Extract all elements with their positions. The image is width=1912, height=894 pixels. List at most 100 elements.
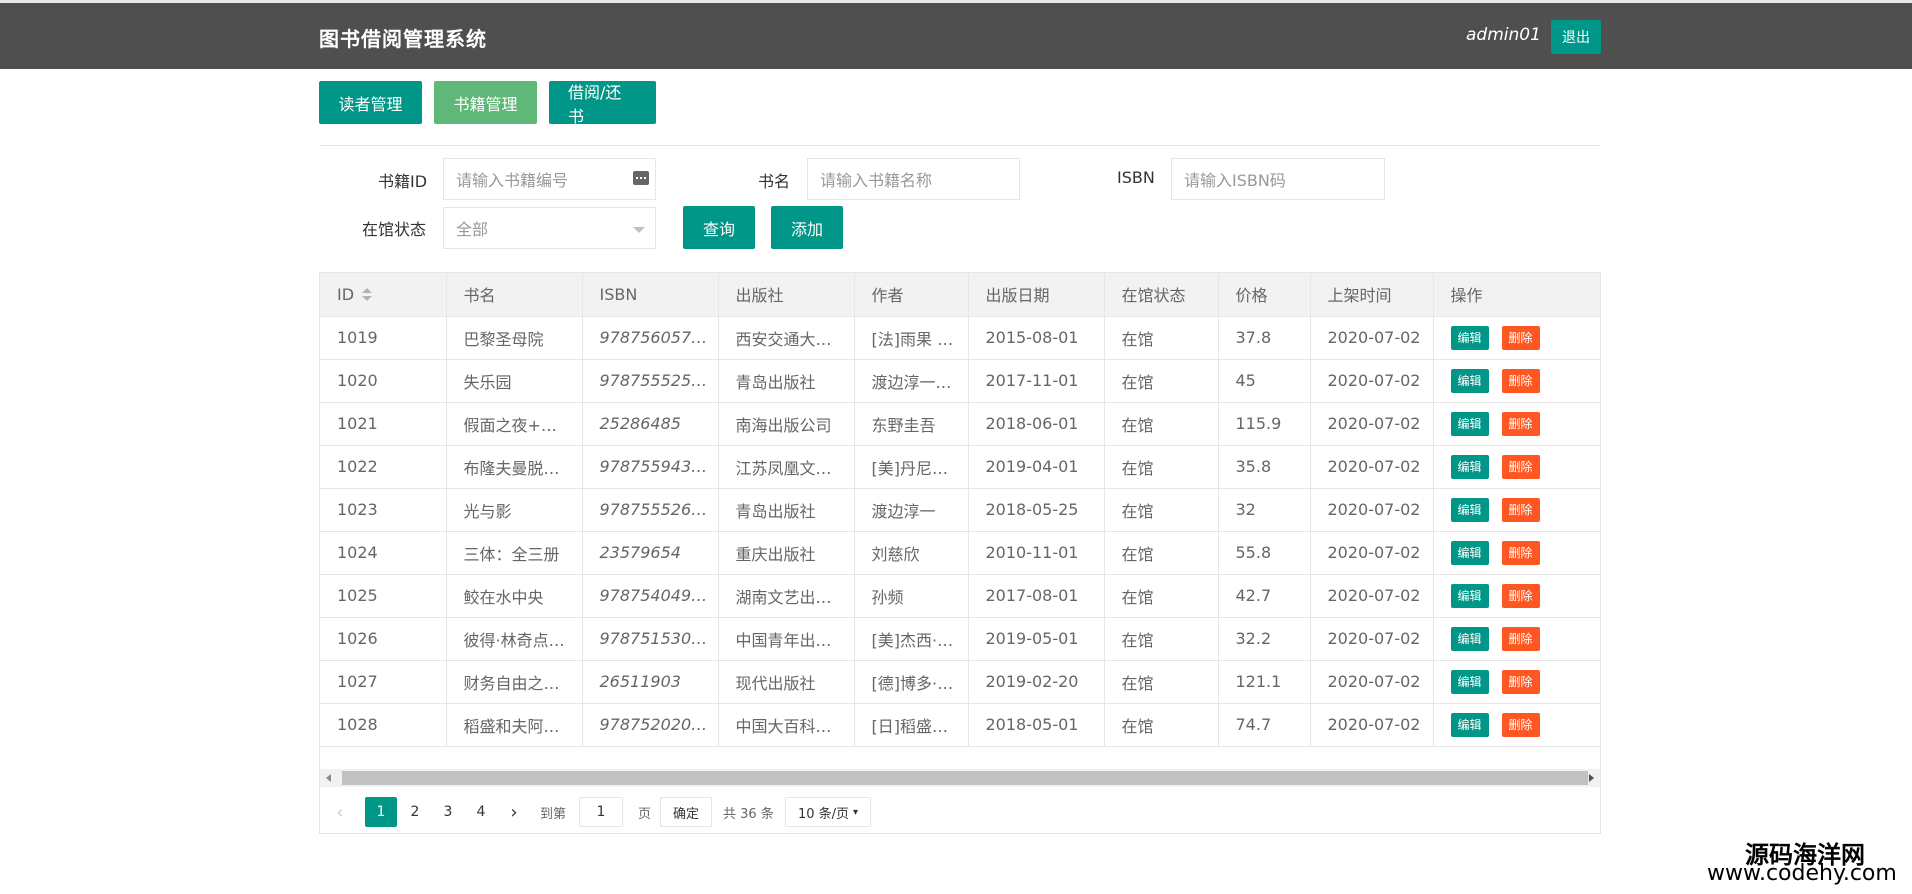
page-unit-label: 页 (638, 806, 652, 822)
title-input[interactable]: 请输入书籍名称 (807, 158, 1020, 200)
table-cell: [美]丹尼… (854, 445, 969, 489)
column-header-label: 操作 (1450, 286, 1483, 306)
column-header-label: 在馆状态 (1121, 286, 1186, 306)
scroll-left-icon[interactable] (326, 774, 331, 782)
column-header: 出版日期 (968, 273, 1105, 317)
table-cell: 2017-11-01 (968, 359, 1105, 403)
row-actions: 编辑 删除 (1433, 660, 1600, 704)
page-1[interactable]: 1 (365, 797, 397, 827)
edit-button[interactable]: 编辑 (1450, 454, 1489, 479)
table-cell: 在馆 (1104, 703, 1219, 747)
row-actions: 编辑 删除 (1433, 531, 1600, 575)
table-row: 1022 布隆夫曼脱… 978755943… 江苏凤凰文… [美]丹尼… 2019-04-… (320, 445, 1600, 489)
table-cell: 在馆 (1104, 617, 1219, 661)
borrow-return-button[interactable]: 借阅/还书 (549, 81, 656, 126)
table-cell: 湖南文艺出… (718, 574, 855, 618)
delete-button[interactable]: 删除 (1501, 583, 1540, 608)
column-header-label: 价格 (1235, 286, 1268, 306)
page-4[interactable]: 4 (465, 797, 497, 827)
reader-management-button[interactable]: 读者管理 (319, 81, 422, 124)
edit-button[interactable]: 编辑 (1450, 368, 1489, 393)
book-id-input[interactable]: 请输入书籍编号 (443, 158, 656, 200)
table-cell: 2020-07-02 (1310, 703, 1434, 747)
table-cell: 2018-06-01 (968, 402, 1105, 446)
scrollbar-thumb[interactable] (342, 771, 1588, 785)
book-management-button[interactable]: 书籍管理 (434, 81, 537, 124)
table-cell: 2020-07-02 (1310, 316, 1434, 360)
table-cell: 1021 (320, 402, 447, 446)
column-header-label: 作者 (871, 286, 904, 306)
table-cell: 青岛出版社 (718, 488, 855, 532)
page-2[interactable]: 2 (399, 797, 431, 827)
table-cell: 2020-07-02 (1310, 488, 1434, 532)
edit-button[interactable]: 编辑 (1450, 540, 1489, 565)
books-table-container: ID 书名 ISBN 出版社 作者 出版日期 在馆状态 价格 上架时间 操作 1019 巴黎圣母院 9… (319, 272, 1601, 834)
delete-button[interactable]: 删除 (1501, 497, 1540, 522)
edit-button[interactable]: 编辑 (1450, 669, 1489, 694)
column-header[interactable]: ID (320, 273, 447, 317)
current-user[interactable]: admin01 (1466, 25, 1541, 45)
add-button[interactable]: 添加 (771, 206, 843, 249)
table-cell: 25286485 (582, 402, 719, 446)
table-cell: 1024 (320, 531, 447, 575)
delete-button[interactable]: 删除 (1501, 540, 1540, 565)
sort-icon[interactable] (362, 288, 373, 302)
goto-confirm-button[interactable]: 确定 (660, 797, 712, 827)
next-page-icon[interactable]: › (502, 797, 526, 827)
edit-button[interactable]: 编辑 (1450, 325, 1489, 350)
table-cell: 978754049… (582, 574, 719, 618)
table-row: 1021 假面之夜+… 25286485 南海出版公司 东野圭吾 2018-06-01 在馆… (320, 402, 1600, 446)
edit-button[interactable]: 编辑 (1450, 626, 1489, 651)
delete-button[interactable]: 删除 (1501, 411, 1540, 436)
column-header-label: ISBN (599, 284, 638, 304)
logout-button[interactable]: 退出 (1551, 20, 1601, 54)
table-cell: 32 (1218, 488, 1311, 532)
edit-button[interactable]: 编辑 (1450, 411, 1489, 436)
delete-button[interactable]: 删除 (1501, 626, 1540, 651)
page-size-select[interactable]: 10 条/页 ▾ (785, 797, 871, 827)
table-cell: 978752020… (582, 703, 719, 747)
table-cell: 江苏凤凰文… (718, 445, 855, 489)
column-header: 出版社 (718, 273, 855, 317)
page-3[interactable]: 3 (432, 797, 464, 827)
row-actions: 编辑 删除 (1433, 316, 1600, 360)
column-header-label: 出版日期 (985, 286, 1050, 306)
isbn-input[interactable]: 请输入ISBN码 (1171, 158, 1385, 200)
table-row: 1025 鲛在水中央 978754049… 湖南文艺出… 孙频 2017-08-01 在馆 4… (320, 574, 1600, 618)
keyboard-icon (633, 171, 649, 185)
total-count: 共 36 条 (723, 806, 774, 822)
prev-page-icon[interactable]: ‹ (328, 797, 352, 827)
goto-page-input[interactable]: 1 (579, 797, 623, 827)
horizontal-scrollbar[interactable] (320, 769, 1600, 787)
table-cell: 巴黎圣母院 (446, 316, 583, 360)
delete-button[interactable]: 删除 (1501, 454, 1540, 479)
table-row: 1020 失乐园 978755525… 青岛出版社 渡边淳一… 2017-11-01 在馆 4… (320, 359, 1600, 403)
isbn-label: ISBN (1117, 168, 1155, 187)
table-cell: 现代出版社 (718, 660, 855, 704)
status-select[interactable]: 全部 (443, 207, 656, 249)
delete-button[interactable]: 删除 (1501, 325, 1540, 350)
divider (319, 145, 1601, 146)
table-cell: 中国青年出… (718, 617, 855, 661)
table-cell: [美]杰西·… (854, 617, 969, 661)
delete-button[interactable]: 删除 (1501, 712, 1540, 737)
column-header-label: ID (337, 284, 355, 304)
table-cell: 光与影 (446, 488, 583, 532)
table-header-row: ID 书名 ISBN 出版社 作者 出版日期 在馆状态 价格 上架时间 操作 (320, 273, 1600, 317)
table-cell: 978751530… (582, 617, 719, 661)
table-cell: 2019-04-01 (968, 445, 1105, 489)
table-row: 1026 彼得·林奇点… 978751530… 中国青年出… [美]杰西·… 2019-0… (320, 617, 1600, 661)
delete-button[interactable]: 删除 (1501, 368, 1540, 393)
edit-button[interactable]: 编辑 (1450, 712, 1489, 737)
row-actions: 编辑 删除 (1433, 703, 1600, 747)
table-cell: 在馆 (1104, 359, 1219, 403)
table-cell: 东野圭吾 (854, 402, 969, 446)
query-button[interactable]: 查询 (683, 206, 755, 249)
delete-button[interactable]: 删除 (1501, 669, 1540, 694)
table-row: 1023 光与影 978755526… 青岛出版社 渡边淳一 2018-05-25 在馆 32… (320, 488, 1600, 532)
edit-button[interactable]: 编辑 (1450, 583, 1489, 608)
table-cell: 1023 (320, 488, 447, 532)
table-cell: 鲛在水中央 (446, 574, 583, 618)
scroll-right-icon[interactable] (1589, 774, 1594, 782)
edit-button[interactable]: 编辑 (1450, 497, 1489, 522)
